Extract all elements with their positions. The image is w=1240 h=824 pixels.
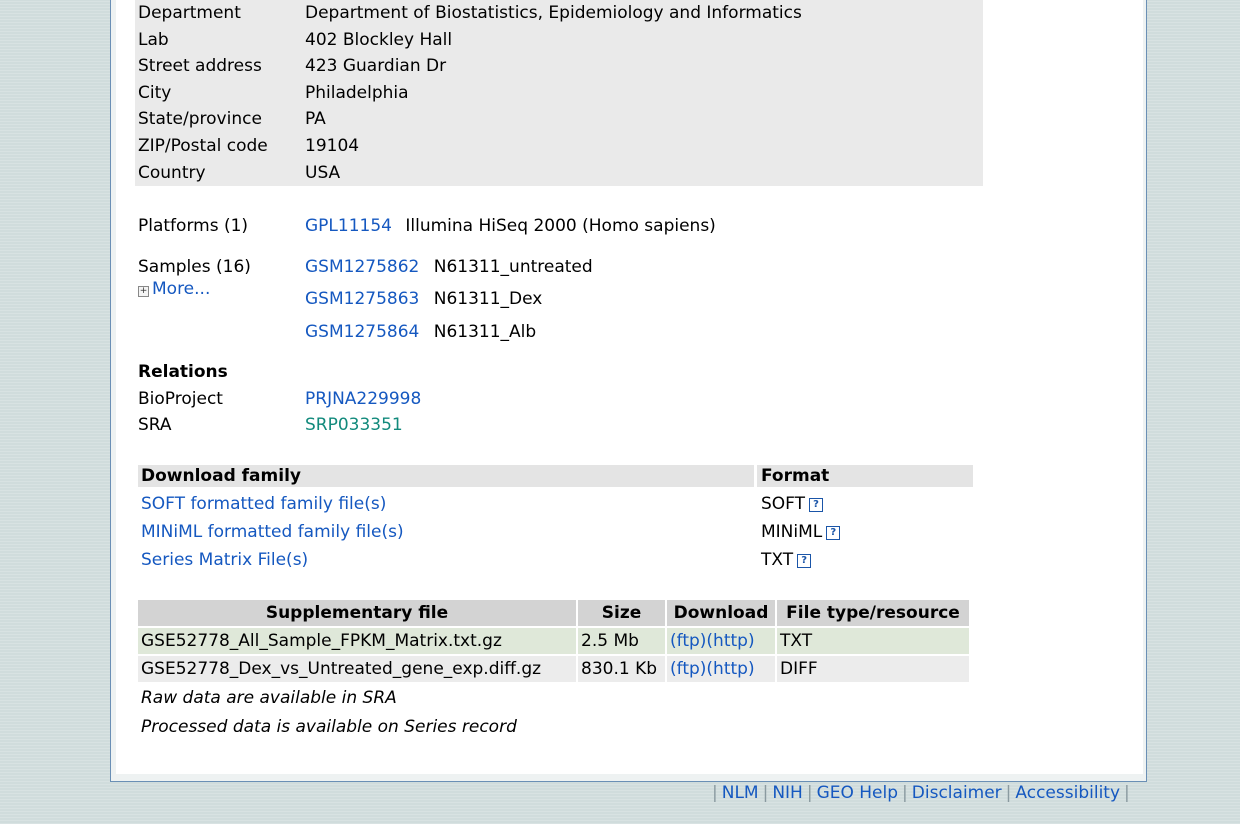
table-row: GSE52778_Dex_vs_Untreated_gene_exp.diff.…	[138, 656, 969, 682]
supp-file-size: 2.5 Mb	[578, 628, 665, 654]
note-row: Processed data is available on Series re…	[138, 713, 969, 740]
footer-separator: |	[806, 783, 813, 803]
processed-data-note: Processed data is available on Series re…	[141, 716, 517, 737]
footer-disclaimer-link[interactable]: Disclaimer	[912, 783, 1002, 803]
format-cell: TXT?	[761, 550, 812, 570]
footer-separator: |	[1005, 783, 1012, 803]
supp-file-header: Supplementary file	[138, 600, 576, 626]
http-link[interactable]: (http)	[706, 631, 754, 651]
sample-link[interactable]: GSM1275863	[305, 289, 419, 309]
samples-label: Samples (16)	[138, 257, 251, 277]
sample-row: GSM1275863 N61311_Dex	[305, 289, 542, 309]
samples-more-toggle[interactable]: + More...	[138, 279, 210, 299]
file-type-header: File type/resource	[777, 600, 969, 626]
format-cell: SOFT?	[761, 494, 824, 514]
raw-data-note: Raw data are available in SRA	[141, 687, 397, 708]
ftp-link[interactable]: (ftp)	[670, 659, 706, 679]
footer-nlm-link[interactable]: NLM	[722, 783, 759, 803]
miniml-family-link[interactable]: MINiML formatted family file(s)	[141, 522, 404, 542]
lab-value: 402 Blockley Hall	[305, 30, 453, 50]
sample-row: GSM1275864 N61311_Alb	[305, 322, 536, 342]
supp-file-name: GSE52778_Dex_vs_Untreated_gene_exp.diff.…	[138, 656, 576, 682]
supplementary-table: Supplementary file Size Download File ty…	[136, 598, 971, 742]
bioproject-label: BioProject	[138, 389, 223, 409]
supp-file-name: GSE52778_All_Sample_FPKM_Matrix.txt.gz	[138, 628, 576, 654]
footer-nih-link[interactable]: NIH	[772, 783, 803, 803]
format-label: SOFT	[761, 494, 806, 514]
bioproject-link[interactable]: PRJNA229998	[305, 389, 421, 409]
sample-row: GSM1275862 N61311_untreated	[305, 257, 593, 277]
ftp-link[interactable]: (ftp)	[670, 631, 706, 651]
city-label: City	[138, 83, 172, 103]
supp-file-type: TXT	[777, 628, 969, 654]
help-question-icon[interactable]: ?	[826, 526, 841, 540]
footer-separator: |	[1124, 783, 1130, 803]
platform-description: Illumina HiSeq 2000 (Homo sapiens)	[405, 216, 716, 236]
state-label: State/province	[138, 109, 262, 129]
plus-box-icon: +	[138, 286, 149, 297]
sra-link[interactable]: SRP033351	[305, 415, 403, 435]
format-label: TXT	[761, 550, 794, 570]
sample-description: N61311_Alb	[433, 322, 537, 342]
footer-separator: |	[712, 783, 718, 803]
contact-info-block	[135, 0, 983, 186]
footer-links: | NLM | NIH | GEO Help | Disclaimer | Accessibili…	[708, 783, 1134, 803]
help-question-icon[interactable]: ?	[809, 498, 824, 512]
download-header: Download	[667, 600, 775, 626]
sra-label: SRA	[138, 415, 172, 435]
department-value: Department of Biostatistics, Epidemiolog…	[305, 3, 802, 23]
note-row: Raw data are available in SRA	[138, 684, 969, 711]
country-value: USA	[305, 163, 341, 183]
department-label: Department	[138, 3, 241, 23]
format-header: Format	[761, 466, 830, 486]
help-question-icon[interactable]: ?	[797, 554, 812, 568]
sample-description: N61311_untreated	[433, 257, 593, 277]
sample-description: N61311_Dex	[433, 289, 543, 309]
supp-file-size: 830.1 Kb	[578, 656, 665, 682]
table-row: GSE52778_All_Sample_FPKM_Matrix.txt.gz 2…	[138, 628, 969, 654]
street-label: Street address	[138, 56, 262, 76]
country-label: Country	[138, 163, 206, 183]
download-cell: (ftp)(http)	[667, 656, 775, 682]
state-value: PA	[305, 109, 326, 129]
download-family-header: Download family	[141, 466, 301, 486]
relations-heading: Relations	[138, 362, 228, 382]
footer-geo-help-link[interactable]: GEO Help	[817, 783, 898, 803]
street-value: 423 Guardian Dr	[305, 56, 447, 76]
lab-label: Lab	[138, 30, 169, 50]
soft-family-link[interactable]: SOFT formatted family file(s)	[141, 494, 386, 514]
sample-link[interactable]: GSM1275864	[305, 322, 419, 342]
footer-separator: |	[902, 783, 908, 803]
format-cell: MINiML?	[761, 522, 841, 542]
platform-link[interactable]: GPL11154	[305, 216, 392, 236]
platforms-label: Platforms (1)	[138, 216, 249, 236]
more-link[interactable]: More...	[152, 279, 210, 299]
city-value: Philadelphia	[305, 83, 409, 103]
table-header-row: Supplementary file Size Download File ty…	[138, 600, 969, 626]
footer-separator: |	[762, 783, 769, 803]
http-link[interactable]: (http)	[706, 659, 754, 679]
footer-accessibility-link[interactable]: Accessibility	[1015, 783, 1120, 803]
download-cell: (ftp)(http)	[667, 628, 775, 654]
size-header: Size	[578, 600, 665, 626]
series-matrix-link[interactable]: Series Matrix File(s)	[141, 550, 308, 570]
format-label: MINiML	[761, 522, 823, 542]
supp-file-type: DIFF	[777, 656, 969, 682]
zip-label: ZIP/Postal code	[138, 136, 268, 156]
sample-link[interactable]: GSM1275862	[305, 257, 419, 277]
zip-value: 19104	[305, 136, 360, 156]
